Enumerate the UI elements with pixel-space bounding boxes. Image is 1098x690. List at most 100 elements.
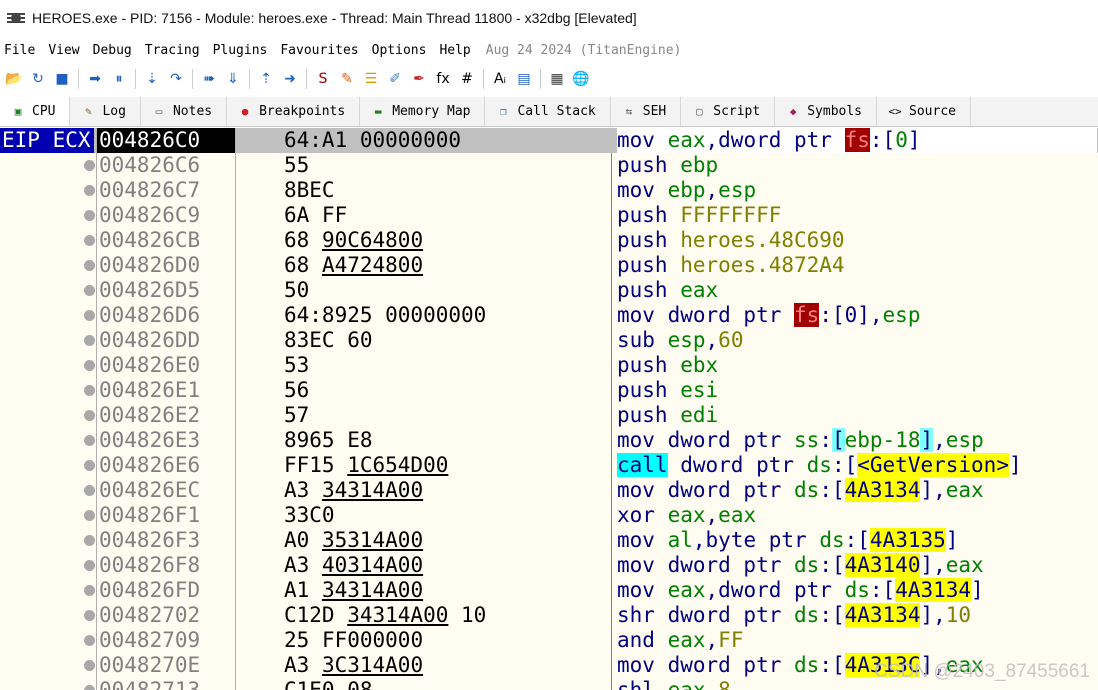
breakpoint-dot-icon[interactable] [84,360,95,371]
disasm-row[interactable]: 004826F3 A0 35314A00 mov al,byte ptr ds:[4… [0,528,1098,553]
globe-icon[interactable]: 🌐 [572,70,590,88]
bookmarks-icon[interactable]: ✒ [410,70,428,88]
hash-icon[interactable]: # [458,70,476,88]
disasm-row[interactable]: 004826DD 83EC 60 sub esp,60 [0,328,1098,353]
tab-source[interactable]: <> Source [877,97,971,126]
restart-icon[interactable]: ↻ [29,70,47,88]
script-icon: ▢ [695,105,703,118]
execute-till-return-icon[interactable]: ⇡ [257,70,275,88]
breakpoint-dot-icon[interactable] [84,310,95,321]
font-icon[interactable]: Aᵢ [491,70,509,88]
tab-log[interactable]: ✎ Log [70,97,141,126]
disasm-row[interactable]: 004826C6 55 push ebp [0,153,1098,178]
disasm-row[interactable]: 004826EC A3 34314A00 mov dword ptr ds:[4A3… [0,478,1098,503]
instruction-token: ds [806,453,832,477]
step-over-icon[interactable]: ↷ [167,70,185,88]
breakpoint-dot-icon[interactable] [84,635,95,646]
breakpoint-dot-icon[interactable] [84,535,95,546]
breakpoint-dot-icon[interactable] [84,435,95,446]
breakpoint-dot-icon[interactable] [84,485,95,496]
menu-file[interactable]: File [0,43,44,58]
menu-options[interactable]: Options [368,43,436,58]
comments-icon[interactable]: ☰ [362,70,380,88]
run-icon[interactable]: ➡ [86,70,104,88]
breakpoint-dot-icon[interactable] [84,585,95,596]
menu-view[interactable]: View [44,43,88,58]
menu-tracing[interactable]: Tracing [141,43,209,58]
open-folder-icon[interactable]: 📂 [5,70,23,88]
label-cell [0,453,95,478]
disasm-row[interactable]: 00482702 C12D 34314A00 10 shr dword ptr ds… [0,603,1098,628]
instruction-token: ebp-18 [844,428,921,452]
menu-help[interactable]: Help [435,43,479,58]
disasm-row[interactable]: EIP ECX 004826C0 64:A1 00000000 mov eax,dwo… [0,128,1098,153]
breakpoint-dot-icon[interactable] [84,285,95,296]
disasm-row[interactable]: 004826E0 53 push ebx [0,353,1098,378]
step-into-icon[interactable]: ⇣ [143,70,161,88]
breakpoint-dot-icon[interactable] [84,510,95,521]
label-cell [0,178,95,203]
disasm-row[interactable]: 004826E6 FF15 1C654D00 call dword ptr ds:[… [0,453,1098,478]
scylla-icon[interactable]: S [314,70,332,88]
bytes-part: 53 [284,353,310,377]
disasm-row[interactable]: 004826F1 33C0 xor eax,eax [0,503,1098,528]
bytes-cell: A3 3C314A00 [284,653,604,678]
disasm-row[interactable]: 004826E2 57 push edi [0,403,1098,428]
instruction-token: eax [945,478,984,502]
menu-debug[interactable]: Debug [89,43,141,58]
bug-app-icon [6,10,26,26]
bytes-part: 25 [284,628,322,652]
address-cell: 004826E6 [96,453,236,478]
disasm-row[interactable]: 004826D5 50 push eax [0,278,1098,303]
tab-script[interactable]: ▢ Script [681,97,776,126]
breakpoint-dot-icon[interactable] [84,185,95,196]
trace-into-icon[interactable]: ➠ [200,70,218,88]
breakpoint-dot-icon[interactable] [84,335,95,346]
menu-favourites[interactable]: Favourites [276,43,367,58]
disasm-row[interactable]: 004826C7 8BEC mov ebp,esp [0,178,1098,203]
trace-over-icon[interactable]: ⇓ [224,70,242,88]
disasm-row[interactable]: 004826C9 6A FF push FFFFFFFF [0,203,1098,228]
breakpoint-dot-icon[interactable] [84,685,95,690]
functions-icon[interactable]: fx [434,70,452,88]
log-icon: ✎ [85,105,92,118]
breakpoint-dot-icon[interactable] [84,260,95,271]
disasm-row[interactable]: 00482709 25 FF000000 and eax,FF [0,628,1098,653]
tab-memory-map[interactable]: ▬ Memory Map [360,97,486,126]
breakpoint-dot-icon[interactable] [84,235,95,246]
label-cell [0,428,95,453]
breakpoint-dot-icon[interactable] [84,410,95,421]
calculator-icon[interactable]: ▦ [548,70,566,88]
tab-breakpoints[interactable]: ● Breakpoints [227,97,361,126]
bytes-cell: 6A FF [284,203,604,228]
instruction-cell: push heroes.48C690 [617,228,1097,253]
menu-plugins[interactable]: Plugins [209,43,277,58]
tab-symbols[interactable]: ◆ Symbols [775,97,878,126]
disasm-row[interactable]: 004826D0 68 A4724800 push heroes.4872A4 [0,253,1098,278]
instruction-token: , [705,678,719,690]
stop-icon[interactable]: ■ [53,70,71,88]
breakpoint-dot-icon[interactable] [84,385,95,396]
find-module-icon[interactable]: ▤ [515,70,533,88]
breakpoint-dot-icon[interactable] [84,660,95,671]
breakpoint-dot-icon[interactable] [84,210,95,221]
disasm-row[interactable]: 004826E3 8965 E8 mov dword ptr ss:[ebp-18]… [0,428,1098,453]
disasm-row[interactable]: 004826FD A1 34314A00 mov eax,dword ptr ds:… [0,578,1098,603]
breakpoint-dot-icon[interactable] [84,560,95,571]
labels-icon[interactable]: ✐ [386,70,404,88]
disasm-row[interactable]: 004826D6 64:8925 00000000 mov dword ptr fs… [0,303,1098,328]
tab-call-stack[interactable]: ❐ Call Stack [485,97,611,126]
breakpoint-dot-icon[interactable] [84,610,95,621]
tab-cpu[interactable]: ▣ CPU [0,97,71,126]
patch-icon[interactable]: ✎ [338,70,356,88]
breakpoint-dot-icon[interactable] [84,160,95,171]
tab-seh[interactable]: ⇆ SEH [611,97,682,126]
disassembly-view[interactable]: EIP ECX 004826C0 64:A1 00000000 mov eax,dwo… [0,128,1098,690]
breakpoint-dot-icon[interactable] [84,460,95,471]
tab-notes[interactable]: ▭ Notes [141,97,228,126]
pause-icon[interactable]: ⏸ [110,70,128,88]
disasm-row[interactable]: 004826CB 68 90C64800 push heroes.48C690 [0,228,1098,253]
run-to-user-code-icon[interactable]: ➜ [281,70,299,88]
disasm-row[interactable]: 004826F8 A3 40314A00 mov dword ptr ds:[4A3… [0,553,1098,578]
disasm-row[interactable]: 004826E1 56 push esi [0,378,1098,403]
